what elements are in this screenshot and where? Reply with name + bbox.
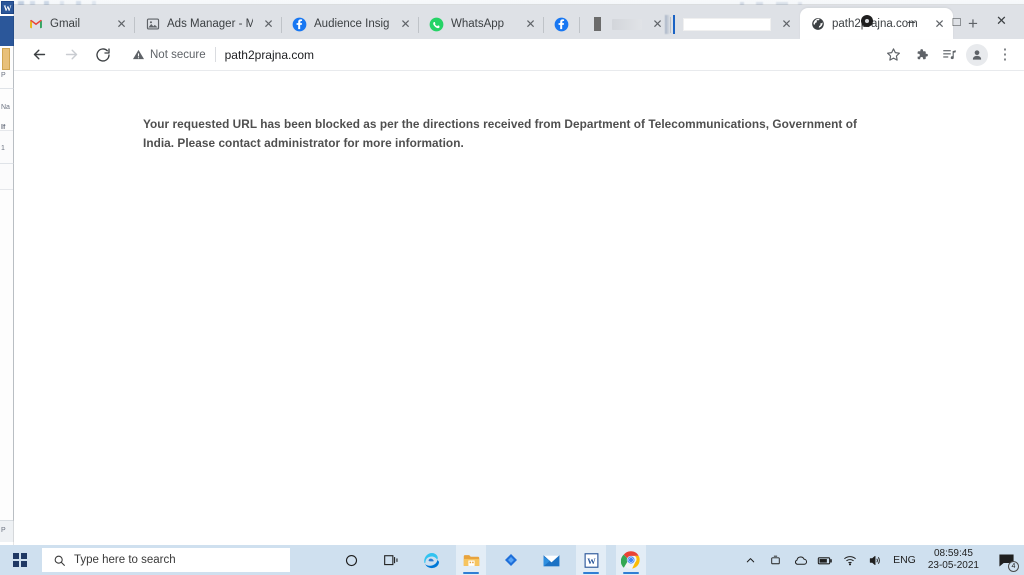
facebook-icon <box>554 17 569 32</box>
tab-title: Audience Insight <box>314 18 390 30</box>
language-indicator[interactable]: ENG <box>893 554 916 566</box>
facebook-icon <box>292 17 307 32</box>
background-fragment-1: 1 <box>1 145 5 152</box>
background-window-highlight-tab <box>2 48 10 70</box>
search-placeholder-text: Type here to search <box>74 554 176 566</box>
background-fragment-na: Na <box>1 104 10 111</box>
bookmark-star-icon[interactable] <box>880 42 906 68</box>
omnibox-separator <box>214 47 216 62</box>
file-explorer-icon[interactable] <box>456 545 486 575</box>
tab-title: WhatsApp <box>451 18 505 30</box>
extensions-puzzle-icon[interactable] <box>908 42 934 68</box>
tab-ads-manager[interactable]: Ads Manager - M ✕ <box>134 9 282 39</box>
start-button[interactable] <box>0 545 40 575</box>
tab-unnamed-blurred[interactable]: ✕ <box>579 9 671 39</box>
removable-media-icon[interactable] <box>767 552 783 568</box>
background-fragment-p: P <box>1 72 6 79</box>
address-bar[interactable]: Not secure path2prajna.com <box>126 41 878 68</box>
reload-button[interactable] <box>90 42 116 68</box>
security-status[interactable]: Not secure <box>132 48 206 61</box>
minimize-button[interactable]: – <box>889 5 934 37</box>
wifi-icon[interactable] <box>842 552 858 568</box>
tab-close-button[interactable]: ✕ <box>261 17 276 32</box>
ads-manager-icon <box>145 17 160 32</box>
windows-taskbar: Type here to search W ENG 08:59:45 23-05… <box>0 545 1024 575</box>
avatar <box>966 43 988 66</box>
onedrive-cloud-icon[interactable] <box>792 552 808 568</box>
tab-close-button[interactable]: ✕ <box>523 17 538 32</box>
tab-title: Gmail <box>50 18 81 30</box>
background-divider-1 <box>0 88 14 89</box>
app-running-indicator <box>623 571 639 574</box>
tab-close-button[interactable]: ✕ <box>779 17 794 32</box>
blocked-message-text: Your requested URL has been blocked as p… <box>143 117 857 151</box>
background-window-edge <box>0 46 14 520</box>
clock-date: 23-05-2021 <box>927 560 979 571</box>
tab-close-button[interactable]: ✕ <box>114 17 129 32</box>
background-fragment-if: If <box>1 124 6 131</box>
background-divider-2 <box>0 163 14 164</box>
task-view-icon[interactable] <box>376 545 406 575</box>
profile-avatar-button[interactable] <box>964 42 990 68</box>
app-running-indicator <box>583 571 599 574</box>
close-button[interactable]: ✕ <box>979 5 1024 37</box>
screen: W P Na If 1 P Gmail ✕ Ads Manager - M ✕ … <box>0 0 1024 575</box>
background-window-panel <box>0 130 13 190</box>
tab-facebook-blurred[interactable] <box>543 9 580 39</box>
blank-icon <box>590 17 605 32</box>
tab-text-cursor <box>673 15 675 34</box>
tab-close-button[interactable]: ✕ <box>650 17 665 32</box>
microsoft-edge-icon[interactable] <box>416 545 446 575</box>
battery-icon[interactable] <box>817 552 833 568</box>
browser-profile-button[interactable] <box>844 5 889 37</box>
tab-audience-insights[interactable]: Audience Insight ✕ <box>281 9 419 39</box>
taskbar-search-box[interactable]: Type here to search <box>42 548 290 572</box>
tab-title: Ads Manager - M <box>167 18 253 30</box>
word-app-icon: W <box>1 1 14 14</box>
tab-strip: Gmail ✕ Ads Manager - M ✕ Audience Insig… <box>14 5 1024 39</box>
forward-button[interactable] <box>58 42 84 68</box>
taskbar-app-icons: W <box>336 545 646 575</box>
system-tray: ENG 08:59:45 23-05-2021 4 <box>742 545 1024 575</box>
tab-title-blurred <box>612 18 642 30</box>
page-content: Your requested URL has been blocked as p… <box>14 71 1024 544</box>
tab-title-blank <box>683 17 771 31</box>
svg-text:W: W <box>587 556 596 566</box>
google-chrome-icon[interactable] <box>616 545 646 575</box>
reading-list-icon[interactable] <box>936 42 962 68</box>
tab-cursor-shadow <box>665 15 670 34</box>
clock-and-date[interactable]: 08:59:45 23-05-2021 <box>928 548 979 573</box>
show-hidden-icons-button[interactable] <box>742 552 758 568</box>
chrome-browser-window: Gmail ✕ Ads Manager - M ✕ Audience Insig… <box>14 5 1024 545</box>
url-text: path2prajna.com <box>224 47 314 62</box>
background-statusbar-fragment: P <box>1 527 6 534</box>
microsoft-word-icon[interactable]: W <box>576 545 606 575</box>
volume-icon[interactable] <box>867 552 883 568</box>
background-window-accent-block <box>0 16 14 46</box>
app-running-indicator <box>463 571 479 574</box>
clock-time: 08:59:45 <box>933 547 973 559</box>
security-label: Not secure <box>150 48 206 61</box>
chrome-menu-button[interactable]: ⋮ <box>992 42 1018 68</box>
notification-count-badge: 4 <box>1008 561 1019 572</box>
tab-blank-editing[interactable]: ✕ <box>665 9 800 39</box>
gmail-icon <box>28 17 43 32</box>
whatsapp-icon <box>429 17 444 32</box>
tab-close-button[interactable]: ✕ <box>398 17 413 32</box>
globe-icon <box>810 16 825 31</box>
cortana-icon[interactable] <box>336 545 366 575</box>
profile-circle-icon <box>860 15 873 27</box>
browser-toolbar: Not secure path2prajna.com ⋮ <box>14 39 1024 71</box>
maximize-button[interactable]: □ <box>934 5 979 37</box>
back-button[interactable] <box>26 42 52 68</box>
window-controls: – □ ✕ <box>844 5 1024 37</box>
notification-center-button[interactable]: 4 <box>994 549 1019 572</box>
warning-triangle-icon <box>132 48 145 61</box>
mail-icon[interactable] <box>536 545 566 575</box>
tab-whatsapp[interactable]: WhatsApp ✕ <box>418 9 544 39</box>
search-icon <box>53 554 66 567</box>
blue-diamond-app-icon[interactable] <box>496 545 526 575</box>
windows-logo-icon <box>13 553 27 567</box>
tab-gmail[interactable]: Gmail ✕ <box>18 9 135 39</box>
